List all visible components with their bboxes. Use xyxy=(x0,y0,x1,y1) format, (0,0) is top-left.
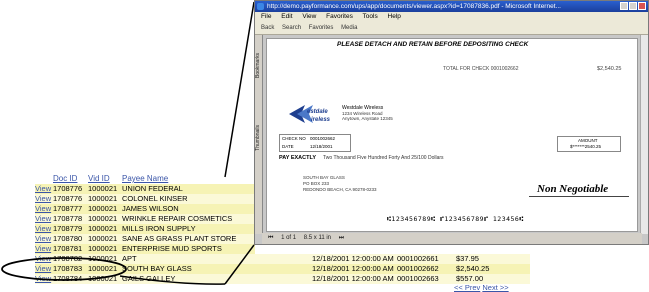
check-no-value: 0001002662 xyxy=(310,136,336,141)
navigation-pane-tabs: Bookmarks Thumbnails xyxy=(255,35,263,234)
first-page-icon[interactable]: ⏮ xyxy=(268,235,273,241)
window-title-bar[interactable]: http://demo.payformance.com/ups/app/docu… xyxy=(255,1,648,12)
date-value: 12/18/2001 xyxy=(310,144,333,149)
maximize-icon[interactable] xyxy=(629,2,637,10)
menu-view[interactable]: View xyxy=(302,13,316,20)
ie-icon xyxy=(257,3,264,10)
pdf-viewer-window: http://demo.payformance.com/ups/app/docu… xyxy=(254,0,649,245)
payee-line-2: PO BOX 233 xyxy=(303,181,330,186)
amount-value: $*******2540.25 xyxy=(570,144,602,149)
menu-help[interactable]: Help xyxy=(388,13,401,20)
minimize-icon[interactable] xyxy=(620,2,628,10)
check-no-label: CHECK NO xyxy=(282,136,306,141)
menu-favorites[interactable]: Favorites xyxy=(326,13,353,20)
amount-box: AMOUNT $*******2540.25 xyxy=(557,136,621,152)
menu-file[interactable]: File xyxy=(261,13,271,20)
menu-edit[interactable]: Edit xyxy=(281,13,292,20)
date-label: DATE xyxy=(282,144,294,149)
svg-text:ireless: ireless xyxy=(311,117,331,123)
total-amount: $2,540.25 xyxy=(597,66,622,72)
payee-line-3: REDONDO BEACH, CA 90278-0233 xyxy=(303,187,377,192)
vertical-scrollbar[interactable] xyxy=(640,35,648,234)
amount-label: AMOUNT xyxy=(578,138,598,143)
non-negotiable-stamp: Non Negotiable xyxy=(537,183,609,195)
close-icon[interactable] xyxy=(638,2,646,10)
callout-connector xyxy=(119,275,226,285)
window-title: http://demo.payformance.com/ups/app/docu… xyxy=(267,3,561,10)
check-document: PLEASE DETACH AND RETAIN BEFORE DEPOSITI… xyxy=(266,38,638,232)
signature-line xyxy=(529,196,629,197)
callout-line-top xyxy=(224,1,255,178)
search-button[interactable]: Search xyxy=(282,25,301,31)
favorites-button[interactable]: Favorites xyxy=(309,25,334,31)
window-controls xyxy=(619,2,646,12)
callout-line-bottom xyxy=(224,244,255,285)
toolbar: Back Search Favorites Media xyxy=(255,22,648,35)
total-label: TOTAL FOR CHECK 0001002662 xyxy=(443,66,519,72)
thumbnails-tab[interactable]: Thumbnails xyxy=(255,125,261,151)
check-info-box: CHECK NO 0001002662 DATE 12/18/2001 xyxy=(279,134,351,152)
media-button[interactable]: Media xyxy=(341,25,357,31)
company-address-2: Anytown, Anystate 12345 xyxy=(342,116,393,121)
svg-text:estdale: estdale xyxy=(307,109,328,115)
highlight-ellipse xyxy=(1,257,127,281)
menu-bar: File Edit View Favorites Tools Help xyxy=(255,12,648,22)
pay-amount-words: Two Thousand Five Hundred Forty And 25/1… xyxy=(323,155,444,161)
micr-line: ⑆123456789⑆ ⑈123456789⑈ 123456⑆ xyxy=(387,215,524,223)
pdf-status-bar: ⏮ 1 of 1 8.5 x 11 in ⏭ xyxy=(262,233,642,244)
company-logo: estdale ireless xyxy=(289,105,331,123)
menu-tools[interactable]: Tools xyxy=(363,13,378,20)
last-page-icon[interactable]: ⏭ xyxy=(339,235,344,241)
payee-line-1: SOUTH BAY GLASS xyxy=(303,175,345,180)
detach-notice: PLEASE DETACH AND RETAIN BEFORE DEPOSITI… xyxy=(337,41,529,48)
page-indicator: 1 of 1 xyxy=(281,235,297,241)
page-size: 8.5 x 11 in xyxy=(303,235,332,241)
pay-exactly-label: PAY EXACTLY xyxy=(279,155,316,161)
back-button[interactable]: Back xyxy=(261,25,274,31)
bookmarks-tab[interactable]: Bookmarks xyxy=(255,53,261,78)
